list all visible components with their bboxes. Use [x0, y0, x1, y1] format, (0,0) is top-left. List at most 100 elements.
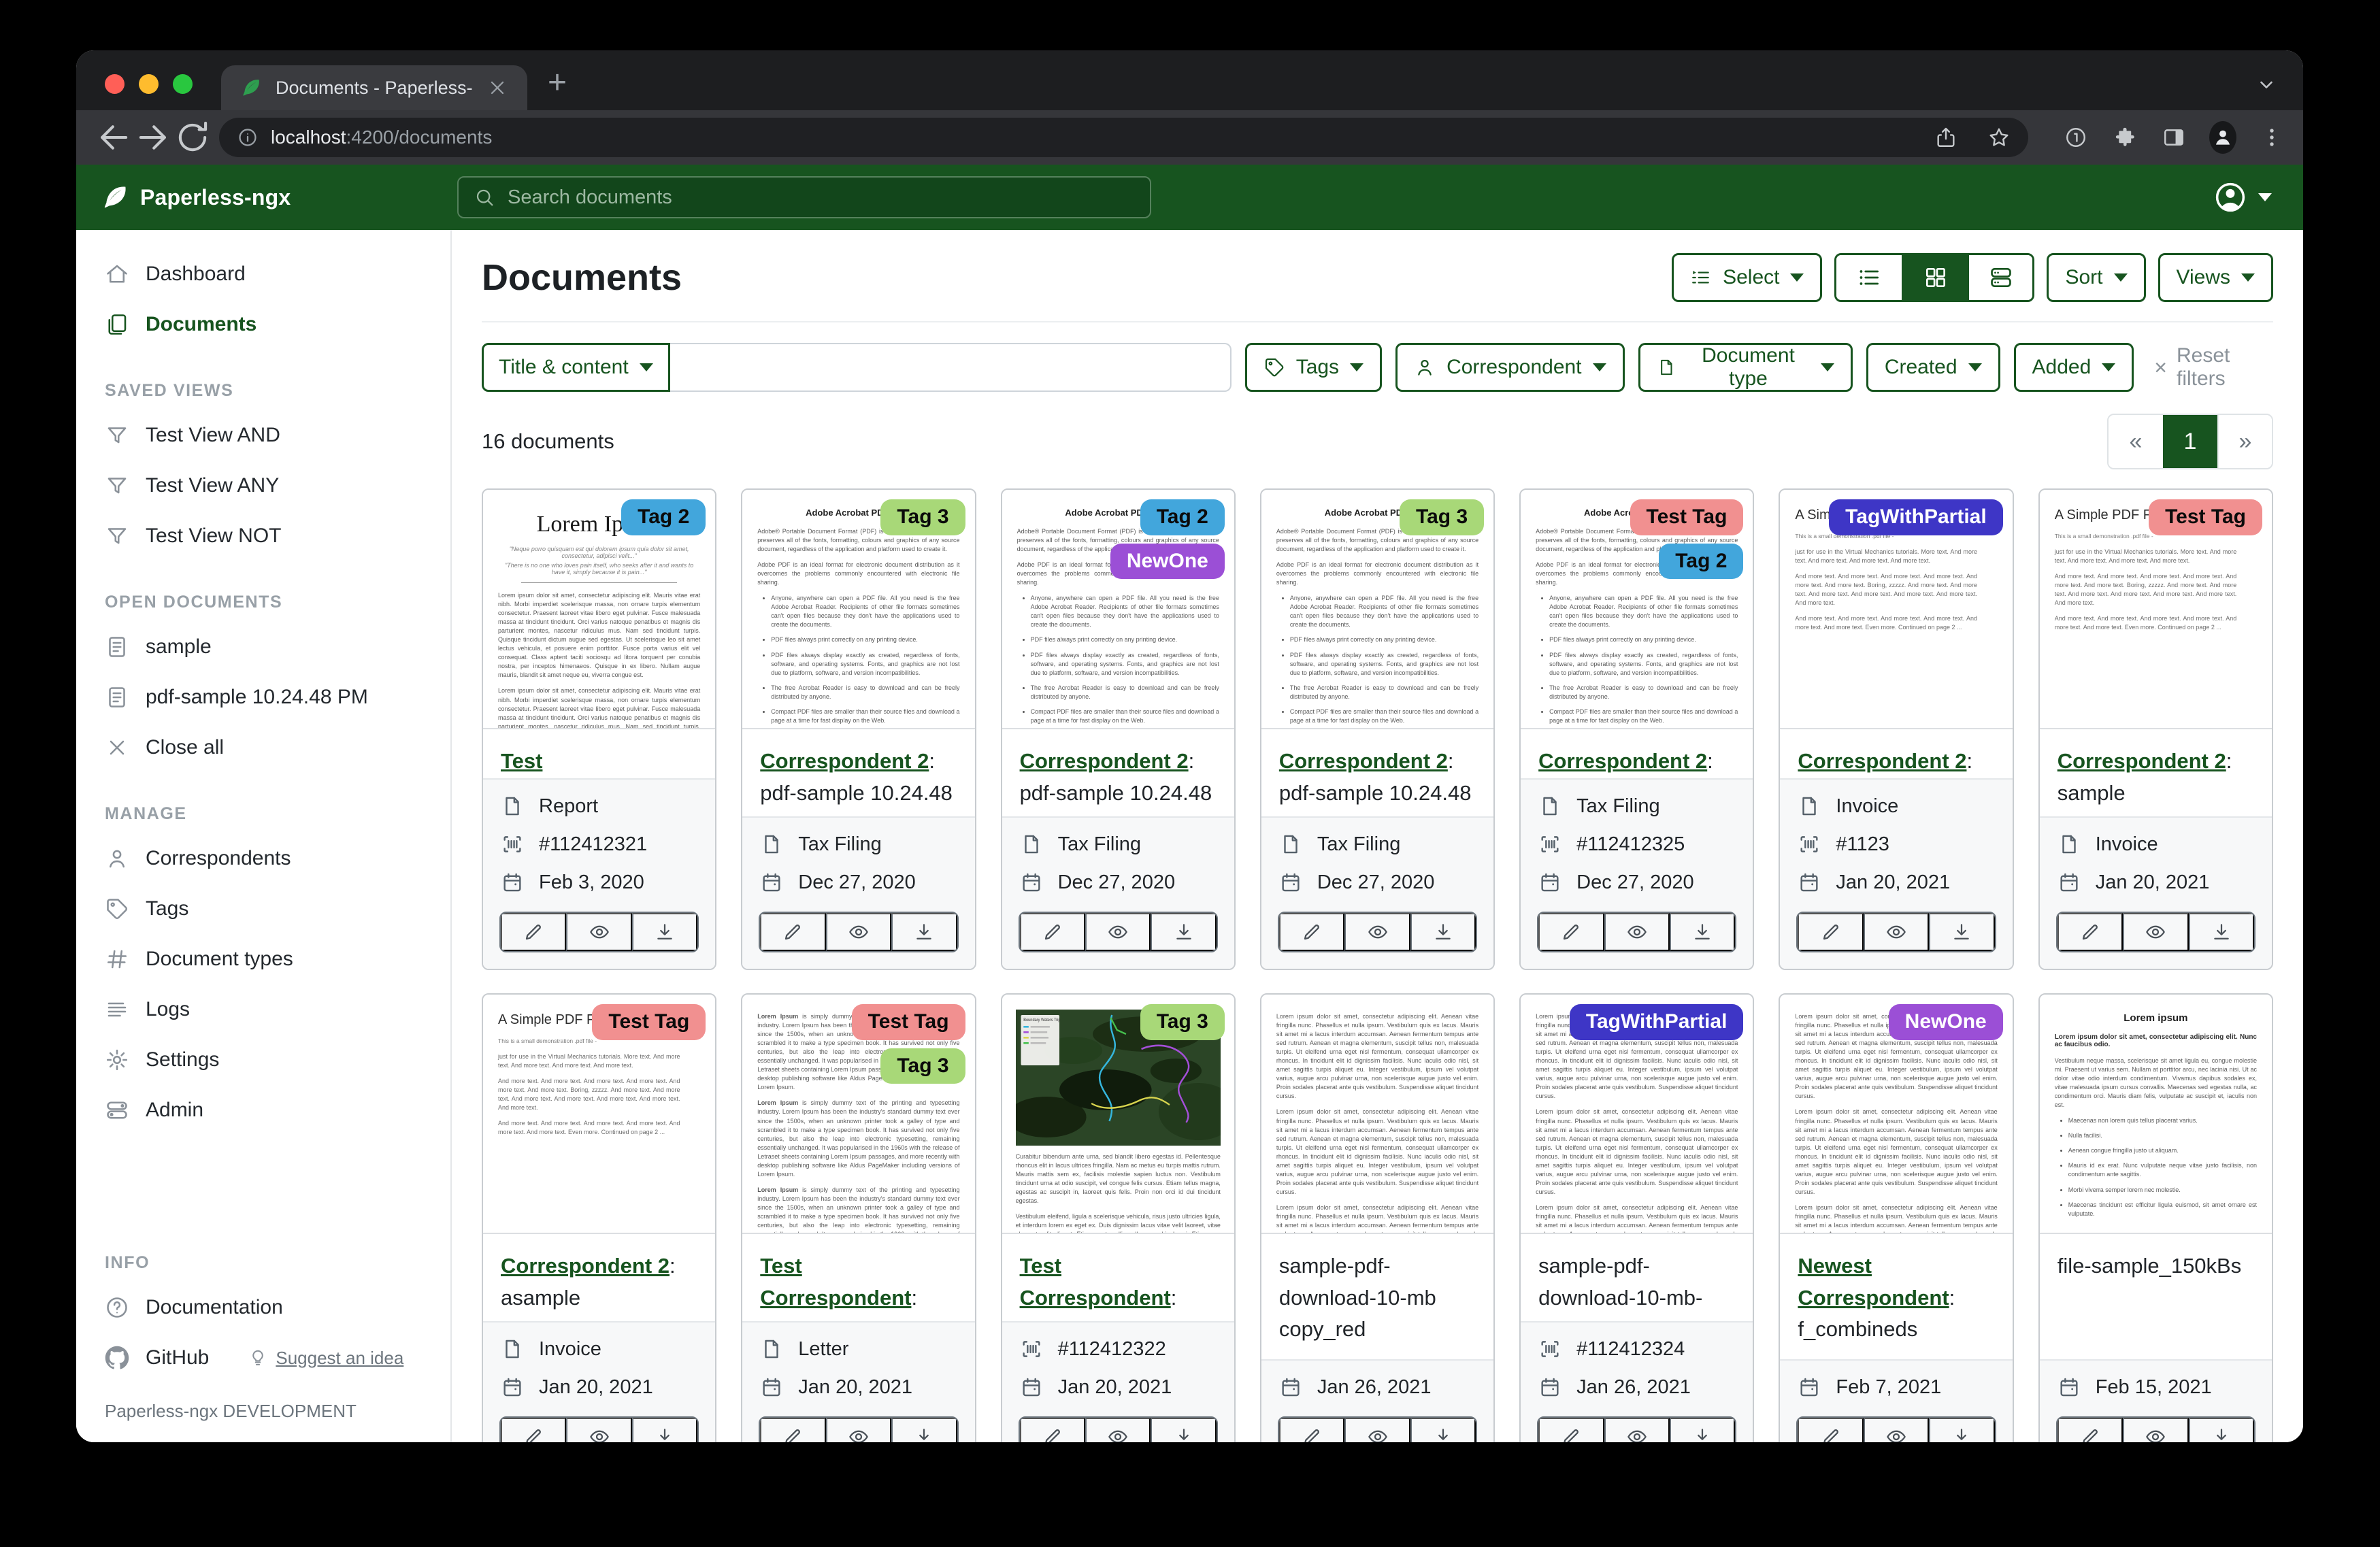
document-thumbnail[interactable]: A Simple PDF FileThis is a small demonst… — [483, 995, 715, 1234]
edit-button[interactable] — [501, 1418, 566, 1442]
tag-badge-test-tag[interactable]: Test Tag — [1630, 499, 1744, 535]
sidebar-link-suggest-an-idea[interactable]: Suggest an idea — [248, 1348, 403, 1369]
view-button[interactable] — [1604, 1418, 1670, 1442]
document-thumbnail[interactable]: Adobe Acrobat PDF FilesAdobe® Portable D… — [1261, 490, 1493, 729]
select-button[interactable]: Select — [1672, 253, 1822, 302]
tag-badge-tag-2[interactable]: Tag 2 — [621, 499, 706, 535]
document-thumbnail[interactable]: Lorem ipsum dolor sit amet, consectetur … — [1261, 995, 1493, 1234]
view-button[interactable] — [1085, 913, 1151, 951]
document-title[interactable]: Newest Correspondent: f_combineds — [1780, 1234, 2012, 1359]
edit-button[interactable] — [760, 913, 825, 951]
sidebar-item-settings[interactable]: Settings — [76, 1035, 450, 1085]
download-button[interactable] — [2189, 1418, 2254, 1442]
view-button[interactable] — [1344, 913, 1410, 951]
user-menu[interactable] — [2213, 180, 2303, 214]
zoom-window-button[interactable] — [173, 74, 193, 94]
view-button[interactable] — [1085, 1418, 1151, 1442]
document-title[interactable]: Correspondent 2: pdf-sample 10.24.48 PM — [742, 729, 974, 816]
tab-close-icon[interactable] — [486, 77, 508, 99]
pagination-last-button[interactable]: » — [2217, 415, 2272, 468]
download-button[interactable] — [1151, 913, 1216, 951]
detail-view-button[interactable] — [1967, 255, 2032, 300]
document-thumbnail[interactable]: Adobe Acrobat PDF FilesAdobe® Portable D… — [1521, 490, 1753, 729]
document-thumbnail[interactable]: A Simple PDF FileThis is a small demonst… — [2040, 490, 2272, 729]
tag-badge-tag-2[interactable]: Tag 2 — [1659, 544, 1743, 580]
address-bar[interactable]: localhost:4200/documents — [219, 118, 2028, 157]
view-button[interactable] — [2123, 913, 2188, 951]
pagination-first-button[interactable]: « — [2109, 415, 2163, 468]
download-button[interactable] — [632, 913, 697, 951]
back-icon[interactable] — [94, 118, 133, 157]
browser-profile-avatar[interactable] — [2209, 124, 2236, 151]
correspondent-link[interactable]: Newest Correspondent — [1798, 1254, 1949, 1310]
new-tab-button[interactable]: + — [548, 67, 567, 99]
download-button[interactable] — [1410, 913, 1476, 951]
edit-button[interactable] — [1538, 913, 1604, 951]
views-button[interactable]: Views — [2158, 253, 2273, 302]
password-extension-icon[interactable] — [2062, 124, 2089, 151]
correspondent-filter-button[interactable]: Correspondent — [1395, 343, 1624, 392]
edit-button[interactable] — [1798, 913, 1863, 951]
document-title[interactable]: sample-pdf-download-10-mb copy_red — [1261, 1234, 1493, 1359]
minimize-window-button[interactable] — [139, 74, 159, 94]
view-button[interactable] — [826, 913, 891, 951]
view-button[interactable] — [1344, 1418, 1410, 1442]
view-button[interactable] — [2123, 1418, 2188, 1442]
document-title[interactable]: Correspondent 2: sample — [2040, 729, 2272, 816]
download-button[interactable] — [1670, 1418, 1735, 1442]
edit-button[interactable] — [1279, 1418, 1344, 1442]
correspondent-link[interactable]: Correspondent 2 — [1279, 749, 1448, 773]
tag-badge-tag-2[interactable]: Tag 2 — [1140, 499, 1225, 535]
document-title[interactable]: Correspondent 2: pdf-sample 10.24.48 PM — [1002, 729, 1234, 816]
site-info-icon[interactable] — [237, 127, 259, 148]
tag-badge-test-tag[interactable]: Test Tag — [852, 1004, 965, 1040]
correspondent-link[interactable]: Correspondent 2 — [760, 749, 929, 773]
view-button[interactable] — [1864, 1418, 1929, 1442]
correspondent-link[interactable]: Test Correspondent — [760, 1254, 911, 1310]
view-button[interactable] — [566, 913, 631, 951]
download-button[interactable] — [891, 913, 957, 951]
correspondent-link[interactable]: Correspondent 2 — [1798, 749, 1966, 773]
download-button[interactable] — [1410, 1418, 1476, 1442]
edit-button[interactable] — [2057, 913, 2123, 951]
document-thumbnail[interactable]: Adobe Acrobat PDF FilesAdobe® Portable D… — [742, 490, 974, 729]
correspondent-link[interactable]: Correspondent 2 — [1020, 749, 1189, 773]
document-thumbnail[interactable]: Lorem Ipsum"Neque porro quisquam est qui… — [483, 490, 715, 729]
correspondent-link[interactable]: Correspondent 2 — [501, 1254, 670, 1278]
sidebar-item-correspondents[interactable]: Correspondents — [76, 833, 450, 884]
document-thumbnail[interactable]: Adobe Acrobat PDF FilesAdobe® Portable D… — [1002, 490, 1234, 729]
edit-button[interactable] — [1020, 913, 1085, 951]
view-button[interactable] — [1864, 913, 1929, 951]
edit-button[interactable] — [501, 913, 566, 951]
document-title[interactable]: Test Correspondent: sample-pdf-file — [742, 1234, 974, 1321]
sidebar-item-github[interactable]: GitHubSuggest an idea — [76, 1333, 450, 1383]
share-icon[interactable] — [1934, 126, 1957, 149]
sidebar-item-document-types[interactable]: Document types — [76, 934, 450, 984]
browser-menu-icon[interactable] — [2258, 124, 2285, 151]
tag-badge-tagwithpartial[interactable]: TagWithPartial — [1570, 1004, 1744, 1040]
edit-button[interactable] — [760, 1418, 825, 1442]
reload-icon[interactable] — [173, 118, 212, 157]
download-button[interactable] — [2189, 913, 2254, 951]
app-logo[interactable]: Paperless-ngx — [76, 183, 457, 212]
tag-badge-newone[interactable]: NewOne — [1889, 1004, 2003, 1040]
sidebar-item-dashboard[interactable]: Dashboard — [76, 249, 450, 299]
document-thumbnail[interactable]: Lorem ipsumLorem ipsum dolor sit amet, c… — [2040, 995, 2272, 1234]
extensions-puzzle-icon[interactable] — [2111, 124, 2138, 151]
document-thumbnail[interactable]: Lorem Ipsum is simply dummy text of the … — [742, 995, 974, 1234]
sidebar-item-documents[interactable]: Documents — [76, 299, 450, 350]
download-button[interactable] — [632, 1418, 697, 1442]
document-title[interactable]: Test Correspondent: A Sample PDF 2 — [483, 729, 715, 778]
document-thumbnail[interactable]: Lorem ipsum dolor sit amet, consectetur … — [1780, 995, 2012, 1234]
view-button[interactable] — [1604, 913, 1670, 951]
document-title[interactable]: Test Correspondent: sample-pdf-with-imag… — [1002, 1234, 1234, 1321]
document-thumbnail[interactable]: Lorem ipsum dolor sit amet, consectetur … — [1521, 995, 1753, 1234]
correspondent-link[interactable]: Correspondent 2 — [2057, 749, 2226, 773]
edit-button[interactable] — [1279, 913, 1344, 951]
bookmark-star-icon[interactable] — [1987, 126, 2011, 149]
created-filter-button[interactable]: Created — [1866, 343, 2000, 392]
correspondent-link[interactable]: Correspondent 2 — [1538, 749, 1707, 773]
tag-badge-tag-3[interactable]: Tag 3 — [880, 499, 965, 535]
edit-button[interactable] — [1798, 1418, 1863, 1442]
sidebar-item-admin[interactable]: Admin — [76, 1085, 450, 1135]
